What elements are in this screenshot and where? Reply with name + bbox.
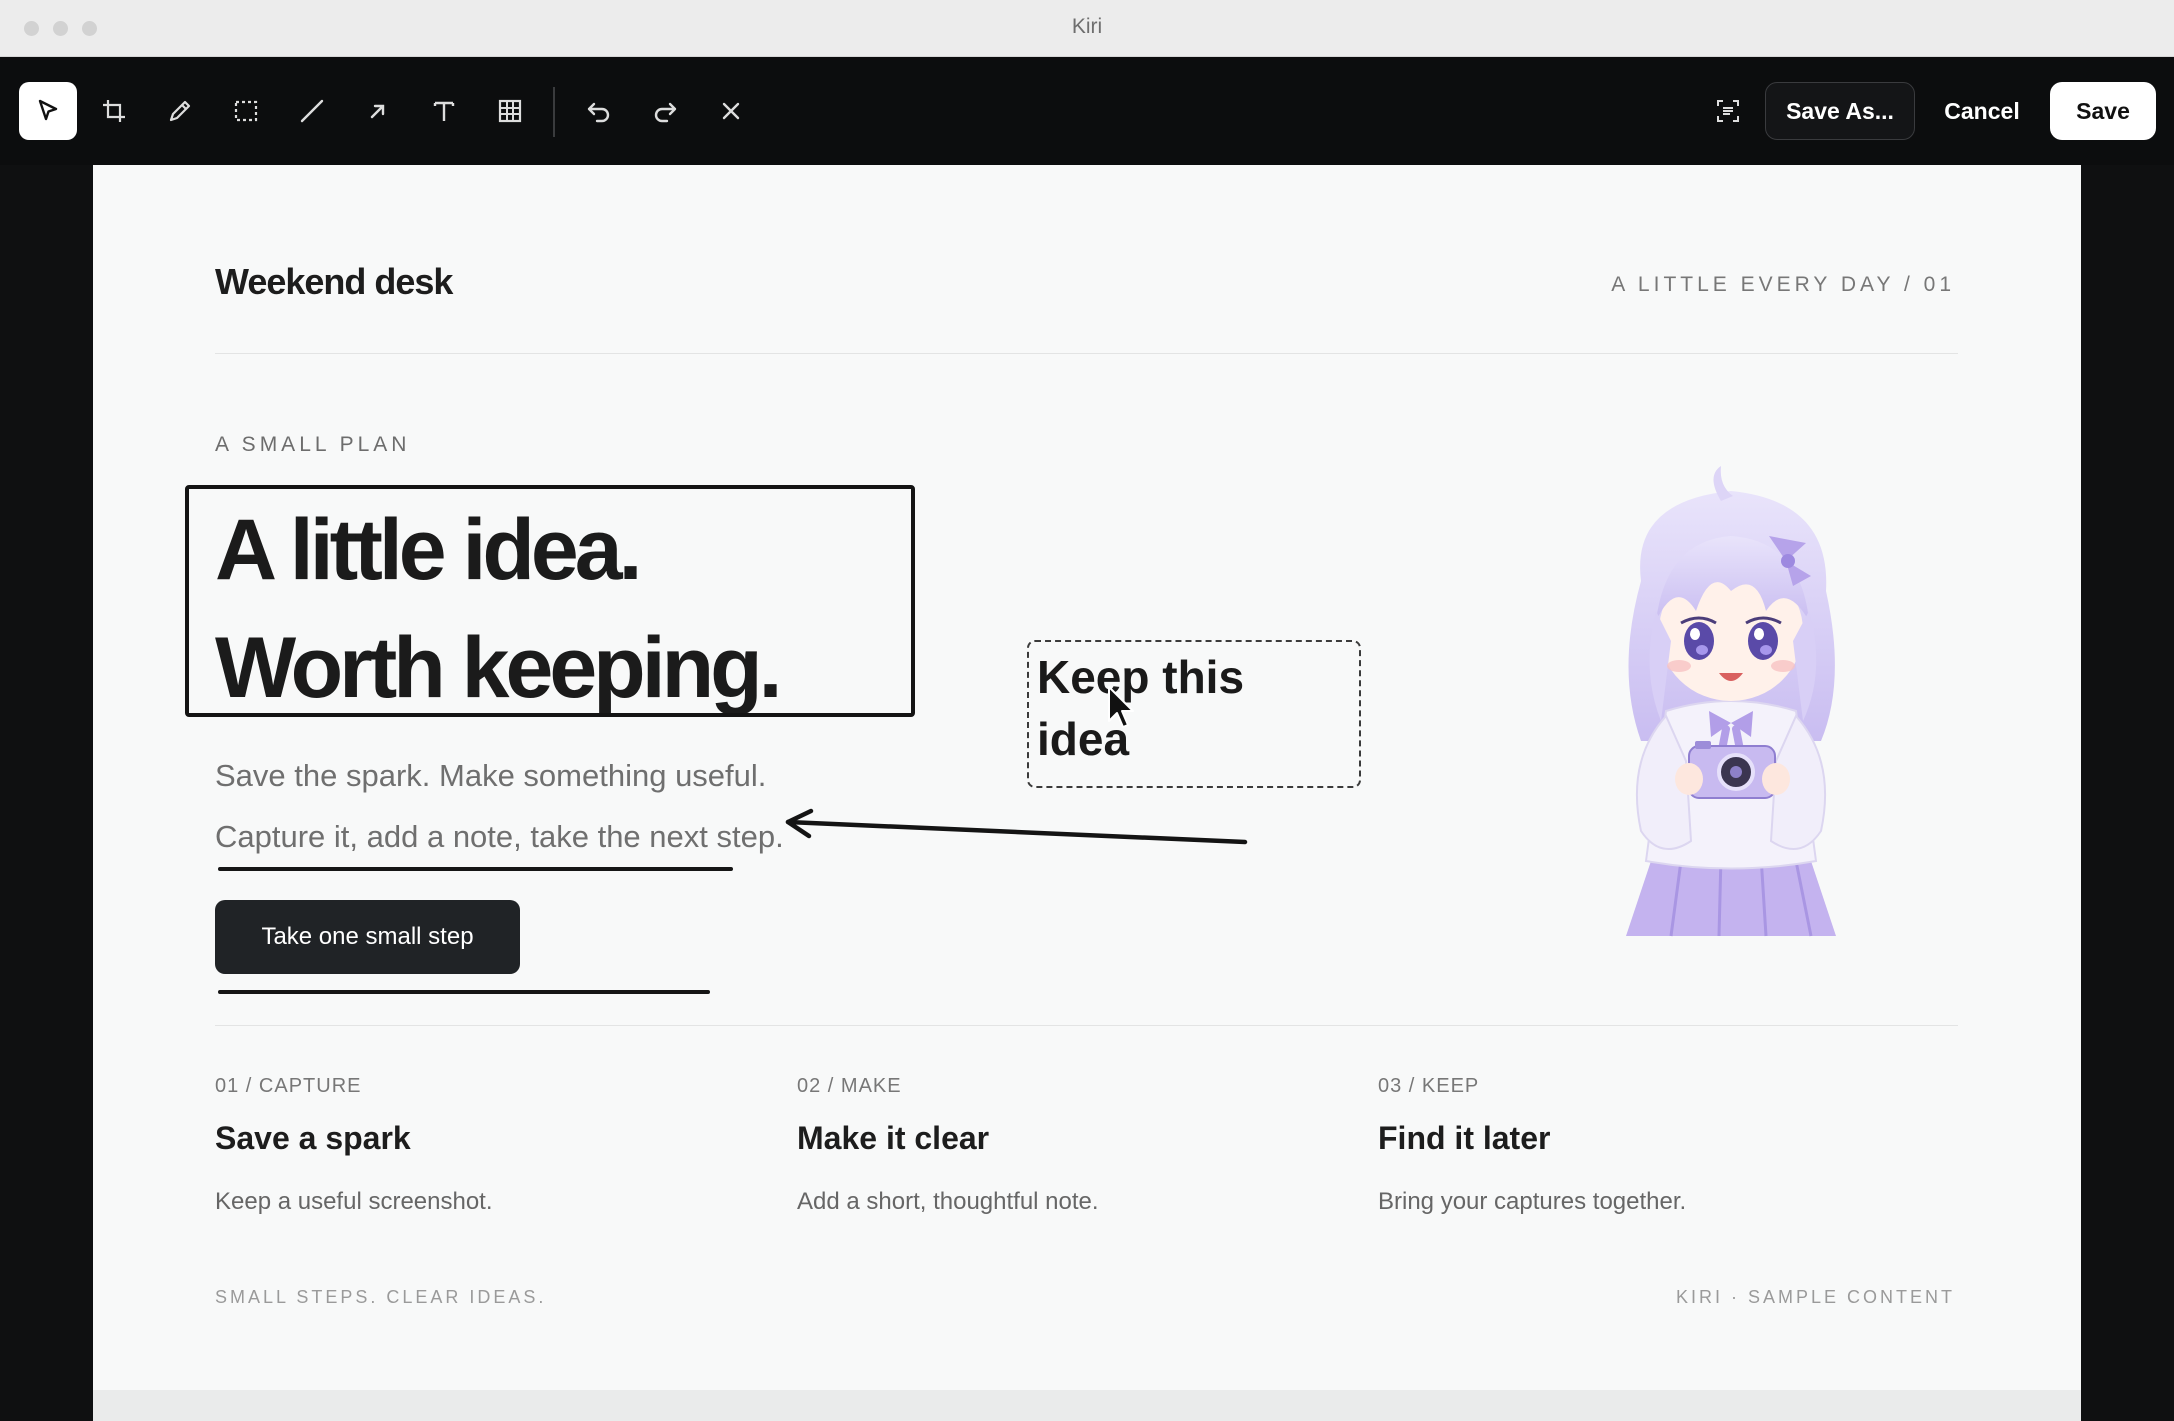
- arrow-tool[interactable]: [349, 82, 407, 140]
- editor-canvas[interactable]: Weekend desk A LITTLE EVERY DAY / 01 A S…: [0, 165, 2174, 1421]
- text-annotation[interactable]: Keep this idea: [1027, 640, 1361, 788]
- text-annotation-content[interactable]: Keep this idea: [1037, 646, 1347, 770]
- screenshot-page[interactable]: Weekend desk A LITTLE EVERY DAY / 01 A S…: [93, 165, 2081, 1421]
- column-title: Save a spark: [215, 1120, 411, 1156]
- issue-label: A LITTLE EVERY DAY / 01: [1611, 273, 1955, 296]
- column-title: Find it later: [1378, 1120, 1551, 1156]
- undo-icon: [587, 102, 610, 123]
- footer-tagline: SMALL STEPS. CLEAR IDEAS.: [215, 1287, 547, 1307]
- clear-button[interactable]: [702, 82, 760, 140]
- save-button[interactable]: Save: [2050, 82, 2156, 140]
- underline-annotation-2[interactable]: [218, 990, 710, 994]
- pencil-icon: [169, 100, 191, 122]
- column-description: Bring your captures together.: [1378, 1188, 1687, 1215]
- scan-text-icon: [1717, 100, 1739, 122]
- capture-text-button[interactable]: [1699, 82, 1757, 140]
- column-title: Make it clear: [797, 1120, 990, 1156]
- line-tool[interactable]: [283, 82, 341, 140]
- brand-title: Weekend desk: [215, 261, 453, 302]
- column-description: Keep a useful screenshot.: [215, 1188, 493, 1215]
- select-tool[interactable]: [19, 82, 77, 140]
- text-tool[interactable]: [415, 82, 473, 140]
- cancel-button[interactable]: Cancel: [1930, 82, 2034, 140]
- table-tool[interactable]: [481, 82, 539, 140]
- arrow-icon: [370, 104, 385, 119]
- header-divider: [215, 353, 1958, 354]
- cta-button[interactable]: Take one small step: [215, 900, 520, 974]
- redo-icon: [654, 102, 677, 123]
- column-label: 02 / MAKE: [797, 1075, 902, 1097]
- close-icon: [722, 102, 740, 120]
- rectangle-annotation[interactable]: [185, 485, 915, 717]
- column-description: Add a short, thoughtful note.: [797, 1188, 1099, 1215]
- crop-icon: [103, 100, 125, 122]
- column-label: 03 / KEEP: [1378, 1075, 1480, 1097]
- text-icon: [433, 101, 455, 121]
- pen-tool[interactable]: [151, 82, 209, 140]
- crop-tool[interactable]: [85, 82, 143, 140]
- section-divider: [215, 1025, 1958, 1026]
- eyebrow-label: A SMALL PLAN: [215, 433, 411, 456]
- undo-button[interactable]: [570, 82, 628, 140]
- window-title: Kiri: [1071, 15, 1103, 38]
- pointer-icon: [38, 99, 58, 121]
- rectangle-select-tool[interactable]: [217, 82, 275, 140]
- subtext-line-2: Capture it, add a note, take the next st…: [215, 819, 784, 854]
- redo-button[interactable]: [636, 82, 694, 140]
- dashed-rectangle-icon: [234, 100, 258, 122]
- mouse-cursor-icon: [1108, 686, 1134, 728]
- line-icon: [300, 99, 324, 123]
- column-label: 01 / CAPTURE: [215, 1075, 362, 1097]
- page-bottom-edge: [93, 1390, 2081, 1421]
- table-icon: [498, 99, 522, 123]
- window-titlebar: Kiri: [0, 0, 2174, 57]
- girl-with-camera-illustration: [1626, 466, 1836, 937]
- save-as-button[interactable]: Save As...: [1765, 82, 1915, 140]
- editor-toolbar: Save As... Cancel Save: [0, 57, 2174, 165]
- toolbar-divider: [553, 87, 555, 137]
- underline-annotation-1[interactable]: [218, 867, 733, 871]
- footer-credit: KIRI · SAMPLE CONTENT: [1675, 1287, 1955, 1307]
- subtext-line-1: Save the spark. Make something useful.: [215, 758, 767, 793]
